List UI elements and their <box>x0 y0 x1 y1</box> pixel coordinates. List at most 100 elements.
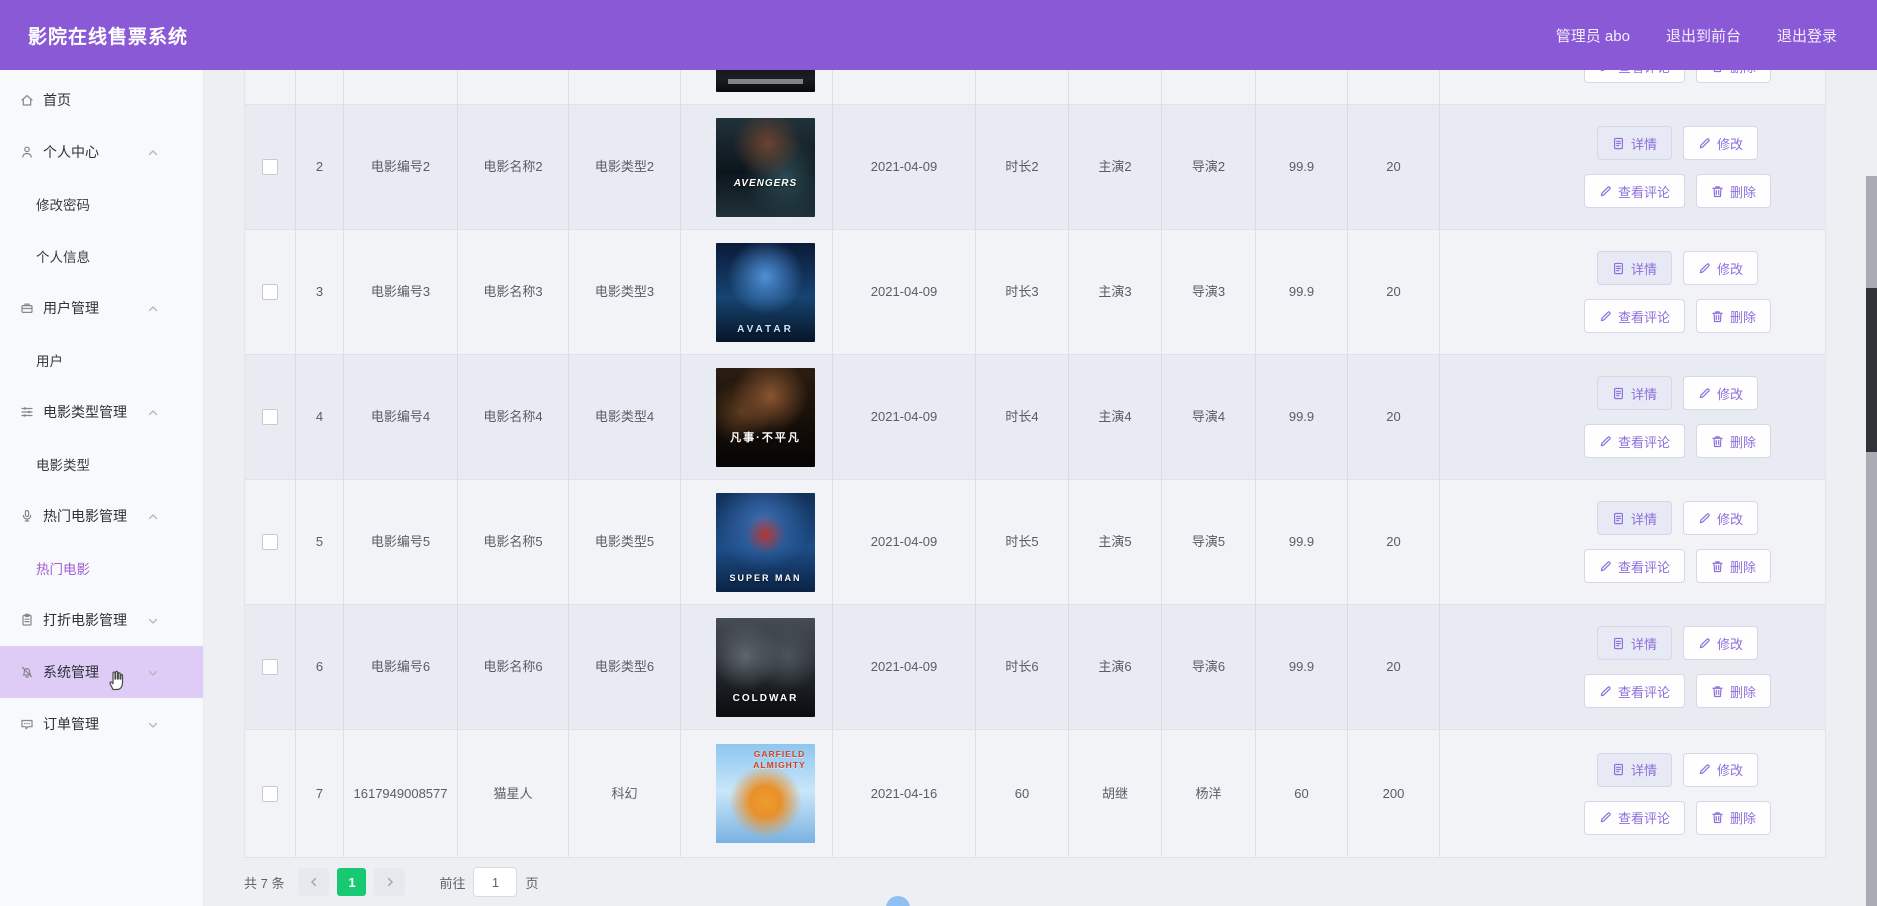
movie-duration: 时长2 <box>1005 159 1039 175</box>
edit-button-label: 修改 <box>1717 261 1744 277</box>
row-checkbox[interactable] <box>262 659 278 675</box>
row-checkbox[interactable] <box>262 284 278 300</box>
detail-button-label: 详情 <box>1630 763 1657 778</box>
sidebar-item-5[interactable]: 用户 <box>0 334 203 386</box>
top-header: 影院在线售票系统 管理员 abo 退出到前台 退出登录 <box>0 0 1877 70</box>
sidebar-item-8[interactable]: 热门电影管理 <box>0 490 203 542</box>
detail-button[interactable]: 详情 <box>1596 752 1672 787</box>
row-checkbox[interactable] <box>262 534 278 550</box>
view-comments-button-label: 查看评论 <box>1617 811 1670 826</box>
view-comments-button[interactable]: 查看评论 <box>1583 424 1685 458</box>
delete-button-label: 删除 <box>1730 70 1756 76</box>
home-icon <box>20 93 34 107</box>
goto-label: 前往 <box>439 875 466 891</box>
sidebar-item-10[interactable]: 打折电影管理 <box>0 594 203 646</box>
vertical-scrollbar-thumb[interactable] <box>1866 288 1877 452</box>
edit-button-label: 修改 <box>1717 636 1744 652</box>
sidebar-item-7[interactable]: 电影类型 <box>0 438 203 490</box>
delete-button-label: 删除 <box>1730 811 1757 826</box>
clipboard-icon <box>20 613 34 627</box>
chevron-up-icon <box>147 146 159 158</box>
delete-button[interactable]: 删除 <box>1696 549 1772 583</box>
page-number-1[interactable]: 1 <box>337 868 367 896</box>
edit-button[interactable]: 修改 <box>1683 126 1759 160</box>
movie-poster: GARFIELD ALMIGHTY <box>716 744 815 843</box>
sidebar-item-3[interactable]: 个人信息 <box>0 230 203 282</box>
detail-button[interactable]: 详情 <box>1596 251 1672 285</box>
sidebar-item-11[interactable]: 系统管理 <box>0 646 203 698</box>
view-comments-button[interactable]: 查看评论 <box>1583 70 1685 83</box>
delete-button[interactable]: 删除 <box>1696 674 1772 708</box>
edit-button[interactable]: 修改 <box>1683 251 1759 285</box>
view-comments-button[interactable]: 查看评论 <box>1583 299 1685 333</box>
movie-code: 电影编号3 <box>370 284 431 300</box>
sidebar-item-label: 个人信息 <box>36 250 90 265</box>
delete-button[interactable]: 删除 <box>1696 70 1772 83</box>
admin-user-label[interactable]: 管理员 abo <box>1556 25 1630 46</box>
app-title: 影院在线售票系统 <box>28 26 189 48</box>
delete-button-label: 删除 <box>1730 559 1757 575</box>
detail-button[interactable]: 详情 <box>1596 626 1672 660</box>
movie-star: 主演5 <box>1098 534 1132 550</box>
row-index: 6 <box>315 659 324 675</box>
edit-button[interactable]: 修改 <box>1683 501 1759 535</box>
view-comments-button[interactable]: 查看评论 <box>1583 674 1685 708</box>
view-comments-button[interactable]: 查看评论 <box>1583 174 1685 208</box>
sidebar-item-1[interactable]: 个人中心 <box>0 126 203 178</box>
view-comments-button[interactable]: 查看评论 <box>1583 549 1685 583</box>
sidebar-item-9[interactable]: 热门电影 <box>0 542 203 594</box>
sidebar-item-label: 打折电影管理 <box>43 612 127 628</box>
header-links: 管理员 abo 退出到前台 退出登录 <box>1556 25 1837 46</box>
vertical-scrollbar-track[interactable] <box>1866 176 1877 906</box>
sidebar-item-4[interactable]: 用户管理 <box>0 282 203 334</box>
table-row: 2 电影编号2 电影名称2 电影类型2 AVENGERS 2021-04-09 … <box>245 105 1825 230</box>
detail-button[interactable]: 详情 <box>1596 376 1672 410</box>
delete-button[interactable]: 删除 <box>1696 800 1772 835</box>
movie-duration: 时长4 <box>1005 409 1039 425</box>
goto-page-input[interactable] <box>473 867 518 897</box>
view-comments-button[interactable]: 查看评论 <box>1583 800 1685 835</box>
edit-button-label: 修改 <box>1717 386 1744 402</box>
view-comments-button-label: 查看评论 <box>1617 559 1670 575</box>
delete-button[interactable]: 删除 <box>1696 174 1772 208</box>
table-row: 3 电影编号3 电影名称3 电影类型3 AVATAR 2021-04-09 时长… <box>245 230 1825 355</box>
detail-button[interactable]: 详情 <box>1596 126 1672 160</box>
delete-button[interactable]: 删除 <box>1696 299 1772 333</box>
sidebar-item-0[interactable]: 首页 <box>0 74 203 126</box>
view-comments-button-label: 查看评论 <box>1618 70 1670 76</box>
row-checkbox[interactable] <box>262 159 278 175</box>
sidebar-item-2[interactable]: 修改密码 <box>0 178 203 230</box>
edit-button[interactable]: 修改 <box>1683 752 1759 787</box>
sidebar-item-label: 热门电影管理 <box>43 508 127 524</box>
movie-type: 电影类型6 <box>594 659 655 675</box>
movie-code: 电影编号4 <box>370 409 431 425</box>
logout-link[interactable]: 退出登录 <box>1777 25 1837 46</box>
movie-price: 99.9 <box>1288 284 1315 300</box>
movie-date: 2021-04-09 <box>870 409 938 425</box>
movie-name: 电影名称6 <box>483 659 543 675</box>
movie-director: 导演4 <box>1191 409 1226 425</box>
mic-icon <box>20 509 34 523</box>
bell-off-icon <box>20 665 34 679</box>
row-checkbox[interactable] <box>262 785 278 802</box>
sidebar-item-label: 首页 <box>43 92 71 108</box>
sidebar-item-label: 电影类型管理 <box>43 404 127 420</box>
edit-button[interactable]: 修改 <box>1683 626 1759 660</box>
movie-star: 主演4 <box>1098 409 1132 425</box>
sidebar-item-6[interactable]: 电影类型管理 <box>0 386 203 438</box>
next-page-button[interactable] <box>374 868 406 896</box>
movie-date: 2021-04-16 <box>870 785 938 801</box>
edit-button[interactable]: 修改 <box>1683 376 1759 410</box>
detail-button[interactable]: 详情 <box>1596 501 1672 535</box>
movie-qty: 20 <box>1386 659 1401 675</box>
exit-to-front-link[interactable]: 退出到前台 <box>1666 25 1741 46</box>
movie-poster <box>716 70 815 92</box>
movie-name: 电影名称2 <box>483 159 543 175</box>
sidebar-item-label: 订单管理 <box>43 716 99 732</box>
prev-page-button[interactable] <box>298 868 330 896</box>
delete-button[interactable]: 删除 <box>1696 424 1772 458</box>
table-row: 6 电影编号6 电影名称6 电影类型6 COLDWAR 2021-04-09 时… <box>245 605 1825 730</box>
sidebar-item-12[interactable]: 订单管理 <box>0 698 203 750</box>
movie-price: 99.9 <box>1288 659 1315 675</box>
row-checkbox[interactable] <box>262 409 278 425</box>
